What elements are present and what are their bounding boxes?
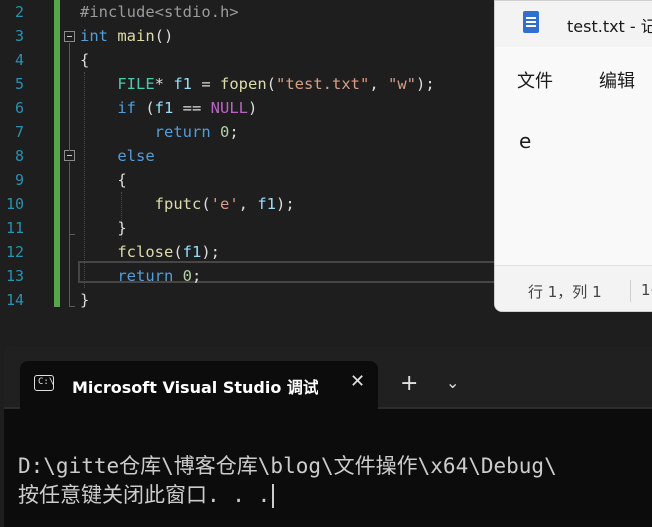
menu-edit[interactable]: 编辑 bbox=[599, 67, 635, 93]
terminal-window[interactable]: C:\ Microsoft Visual Studio 调试控 ✕ + ⌄ D:… bbox=[4, 347, 652, 527]
code-line: { bbox=[80, 171, 127, 189]
fold-end-marker bbox=[69, 306, 75, 307]
terminal-output[interactable]: D:\gitte仓库\博客仓库\blog\文件操作\x64\Debug\ 按任意… bbox=[4, 409, 652, 527]
code-line: else bbox=[117, 147, 155, 165]
terminal-tab[interactable]: C:\ Microsoft Visual Studio 调试控 ✕ bbox=[20, 361, 378, 409]
fold-toggle-main[interactable] bbox=[64, 31, 75, 42]
line-number: 14 bbox=[5, 291, 24, 309]
line-number: 11 bbox=[5, 219, 24, 237]
notepad-title-bar[interactable]: test.txt - 记 bbox=[495, 1, 652, 47]
new-tab-button[interactable]: + bbox=[400, 371, 418, 396]
menu-file[interactable]: 文件 bbox=[517, 67, 553, 93]
terminal-tab-title: Microsoft Visual Studio 调试控 bbox=[72, 378, 318, 397]
fold-region-line bbox=[69, 43, 70, 151]
code-line: int main() bbox=[80, 27, 174, 45]
line-number: 10 bbox=[5, 195, 24, 213]
change-indicator-bar bbox=[54, 0, 60, 307]
line-number: 6 bbox=[14, 99, 24, 117]
code-line: return 0; bbox=[117, 267, 202, 285]
line-number: 12 bbox=[5, 243, 24, 261]
close-icon[interactable]: ✕ bbox=[350, 371, 365, 392]
line-number: 13 bbox=[5, 267, 24, 285]
code-line: FILE* f1 = fopen("test.txt", "w"); bbox=[117, 75, 435, 93]
code-line: #include<stdio.h> bbox=[80, 3, 239, 21]
code-line: if (f1 == NULL) bbox=[117, 99, 258, 117]
chevron-down-icon[interactable]: ⌄ bbox=[446, 373, 459, 392]
line-number: 3 bbox=[14, 27, 24, 45]
terminal-line-path: D:\gitte仓库\博客仓库\blog\文件操作\x64\Debug\ bbox=[18, 454, 557, 478]
terminal-line-prompt: 按任意键关闭此窗口. . . bbox=[18, 479, 275, 509]
notepad-title: test.txt - 记 bbox=[567, 17, 652, 36]
code-line: fclose(f1); bbox=[117, 243, 221, 261]
text-cursor bbox=[272, 484, 275, 508]
console-icon: C:\ bbox=[34, 375, 54, 391]
line-number: 5 bbox=[14, 75, 24, 93]
code-line: } bbox=[80, 291, 90, 309]
status-cursor-position: 行 1，列 1 bbox=[528, 283, 602, 301]
line-number: 4 bbox=[14, 51, 24, 69]
terminal-tab-bar: C:\ Microsoft Visual Studio 调试控 ✕ + ⌄ bbox=[4, 347, 652, 409]
fold-toggle-else[interactable] bbox=[64, 150, 75, 161]
code-line: fputc('e', f1); bbox=[154, 195, 295, 213]
notepad-window[interactable]: test.txt - 记 文件 编辑 e 行 1，列 1 1( bbox=[494, 0, 652, 312]
status-zoom: 1( bbox=[641, 281, 652, 299]
line-number: 7 bbox=[14, 123, 24, 141]
code-line: { bbox=[80, 51, 90, 69]
line-number: 2 bbox=[14, 3, 24, 21]
status-separator bbox=[630, 280, 631, 302]
notepad-app-icon bbox=[523, 11, 539, 33]
notepad-text-content[interactable]: e bbox=[519, 129, 531, 153]
line-number: 8 bbox=[14, 147, 24, 165]
line-number: 9 bbox=[14, 171, 24, 189]
code-line: return 0; bbox=[154, 123, 239, 141]
notepad-status-bar: 行 1，列 1 1( bbox=[495, 265, 652, 311]
notepad-menu-bar: 文件 编辑 bbox=[495, 53, 652, 103]
fold-end-marker bbox=[69, 234, 75, 235]
code-line: } bbox=[80, 219, 127, 237]
